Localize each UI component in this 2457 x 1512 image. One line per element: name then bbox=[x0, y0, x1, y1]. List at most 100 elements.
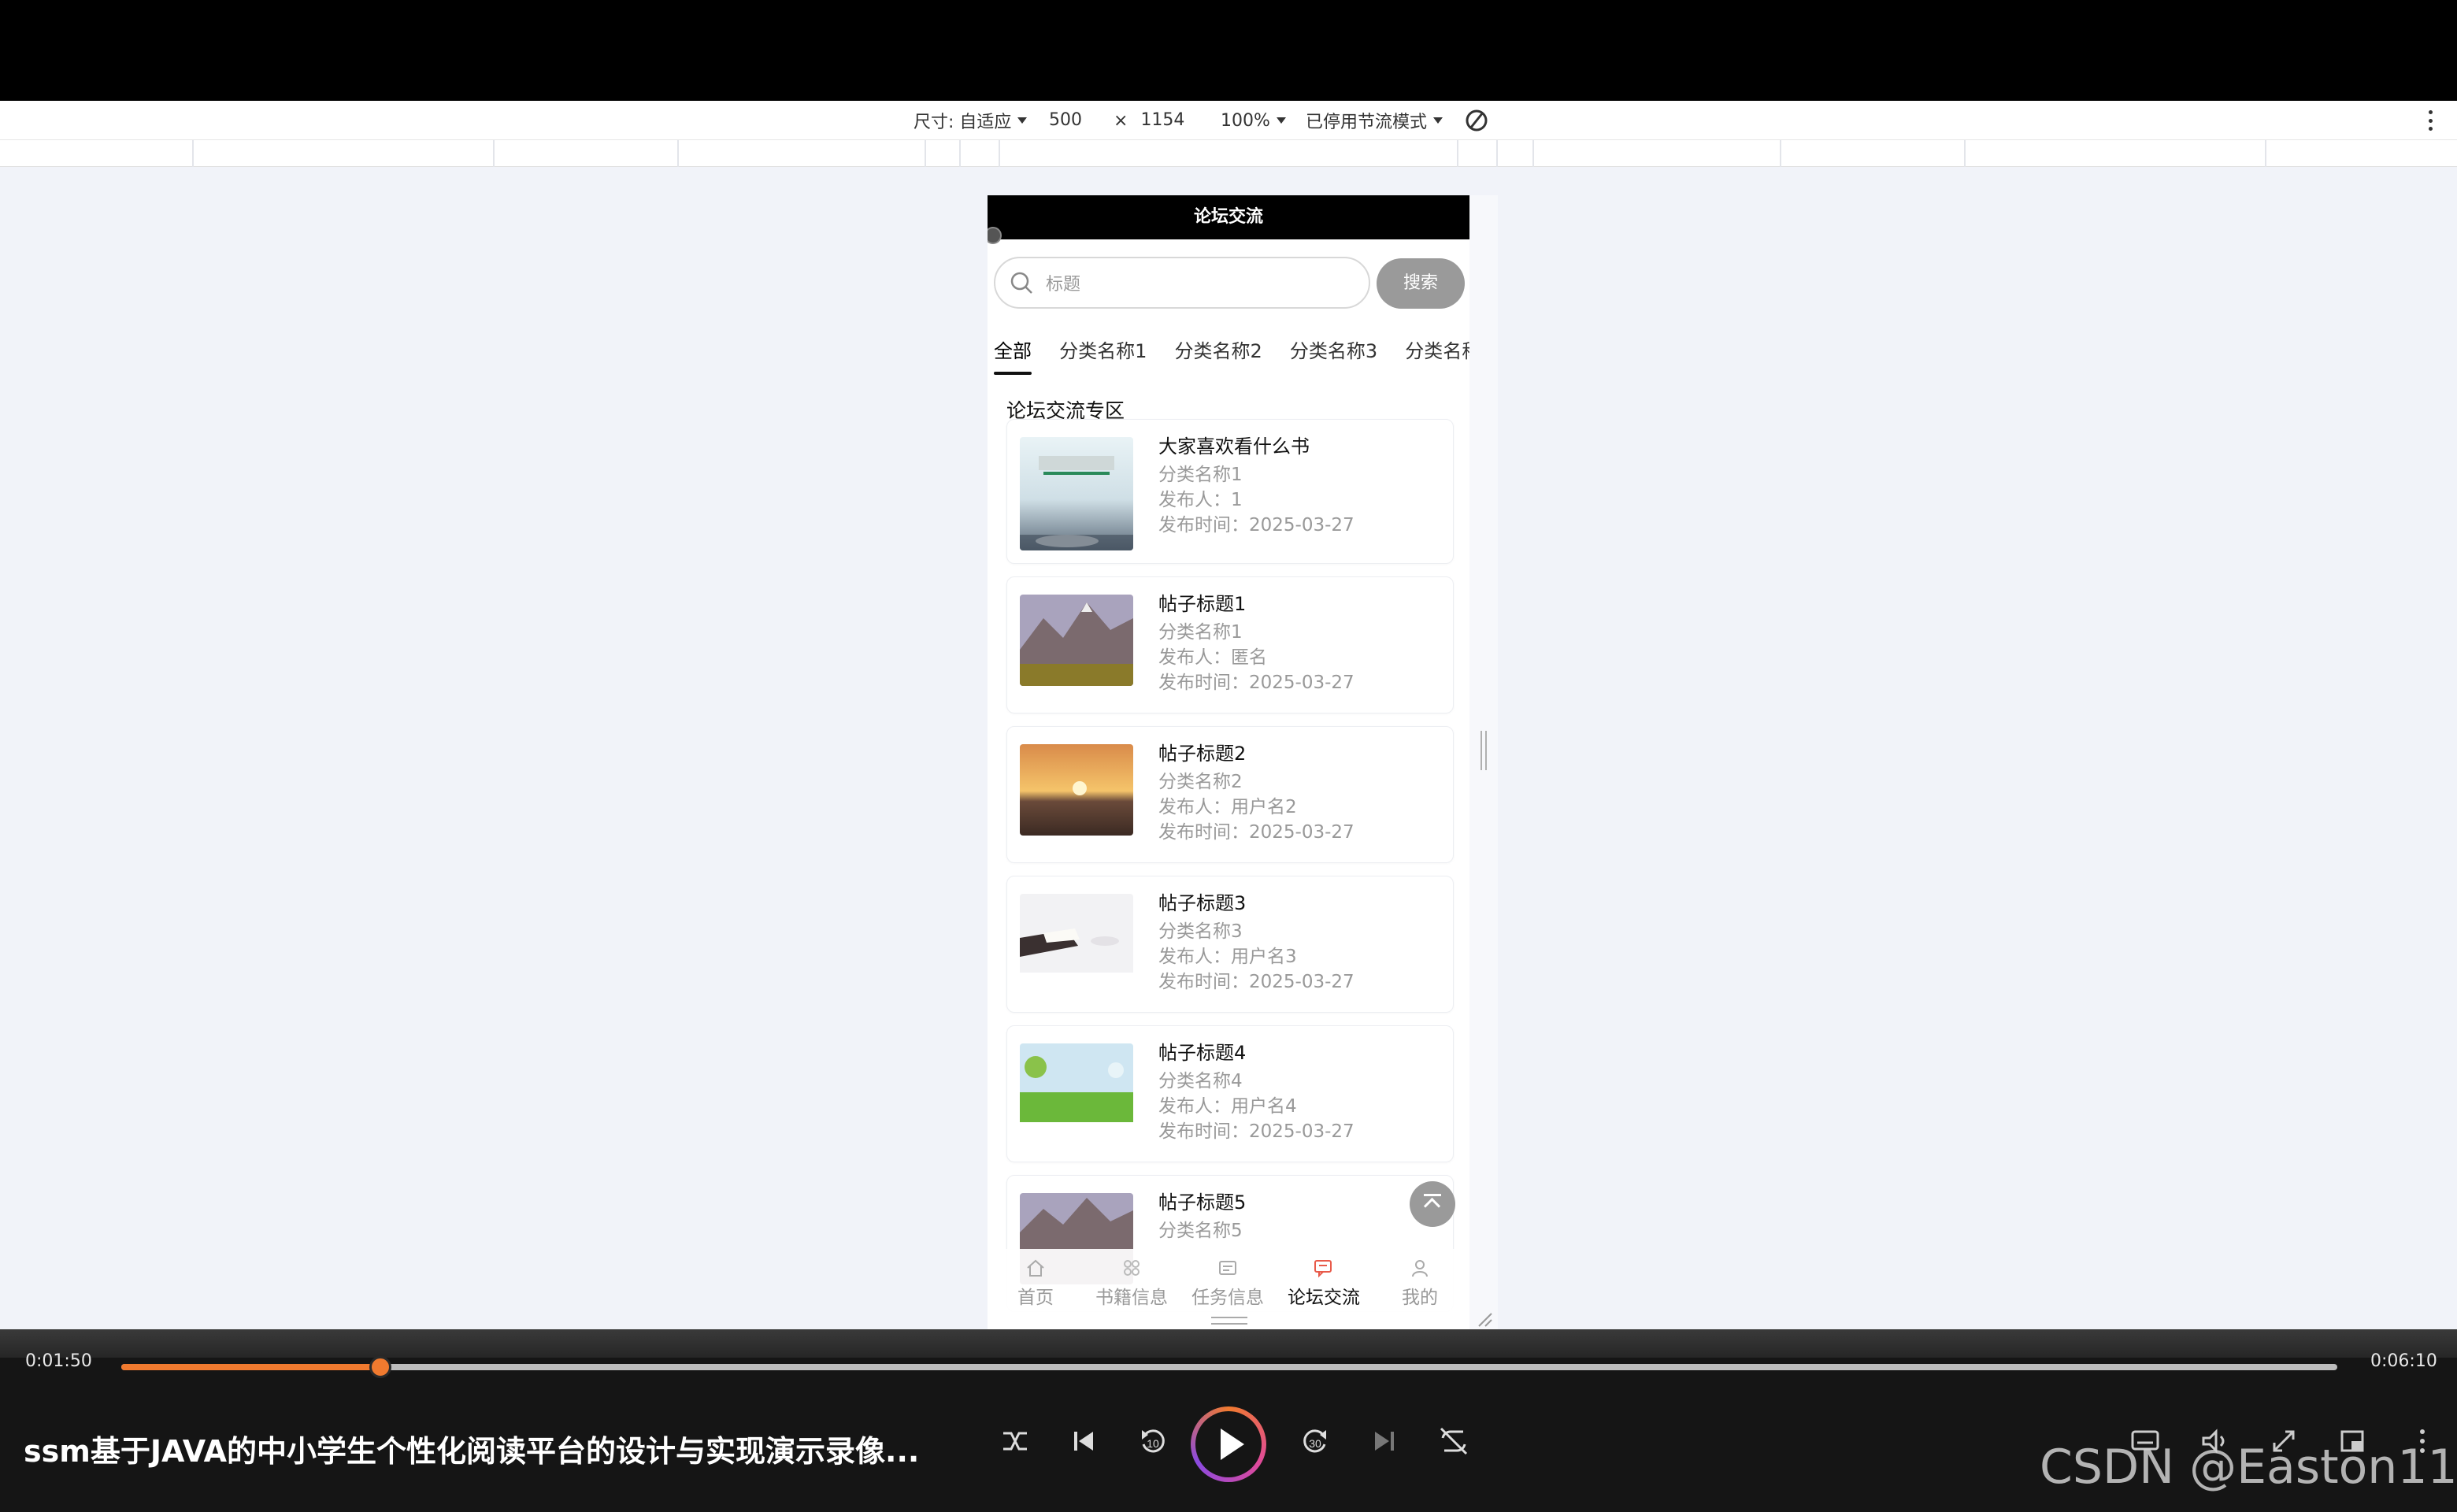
post-author: 发布人：用户名4 bbox=[1158, 1096, 1297, 1117]
width-input[interactable]: 500 bbox=[1043, 107, 1106, 134]
post-time: 发布时间：2025-03-27 bbox=[1158, 515, 1354, 536]
chevron-down-icon bbox=[1017, 117, 1028, 124]
back-to-top-button[interactable] bbox=[1410, 1181, 1455, 1227]
post-thumbnail bbox=[1020, 894, 1133, 985]
open-book-coffee-icon bbox=[1020, 894, 1133, 973]
post-time: 发布时间：2025-03-27 bbox=[1158, 822, 1354, 843]
post-card[interactable]: 帖子标题1 分类名称1 发布人：匿名 发布时间：2025-03-27 bbox=[1006, 576, 1454, 713]
more-options-icon[interactable] bbox=[2429, 110, 2433, 131]
search-button[interactable]: 搜索 bbox=[1377, 258, 1465, 309]
device-frame: 论坛交流 标题 搜索 全部 分类名称1 分类名称2 分类名称3 分类名称 bbox=[988, 195, 1498, 1329]
post-author: 发布人：匿名 bbox=[1158, 647, 1267, 668]
page-title: 论坛交流 bbox=[988, 195, 1469, 239]
tab-category-1[interactable]: 分类名称1 bbox=[1059, 328, 1147, 375]
mountain-landscape-icon bbox=[1020, 595, 1133, 686]
post-author: 发布人：用户名2 bbox=[1158, 797, 1297, 817]
tab-all[interactable]: 全部 bbox=[994, 328, 1032, 375]
chevron-down-icon bbox=[1276, 117, 1286, 124]
shuffle-icon[interactable] bbox=[991, 1418, 1038, 1465]
post-list: 大家喜欢看什么书 分类名称1 发布人：1 发布时间：2025-03-27 帖子标… bbox=[1006, 419, 1454, 1325]
tab-category-4[interactable]: 分类名称 bbox=[1405, 328, 1469, 375]
tabbar-item-mine[interactable]: 我的 bbox=[1372, 1249, 1468, 1329]
post-time: 发布时间：2025-03-27 bbox=[1158, 1121, 1354, 1142]
zoom-label: 100% bbox=[1221, 110, 1270, 131]
tabbar-item-books[interactable]: 书籍信息 bbox=[1084, 1249, 1180, 1329]
app-page: 论坛交流 标题 搜索 全部 分类名称1 分类名称2 分类名称3 分类名称 bbox=[988, 195, 1469, 1329]
bottom-resize-grip[interactable] bbox=[1211, 1317, 1247, 1325]
video-title: ssm基于JAVA的中小学生个性化阅读平台的设计与实现演示录像... bbox=[24, 1434, 920, 1469]
post-card[interactable]: 大家喜欢看什么书 分类名称1 发布人：1 发布时间：2025-03-27 bbox=[1006, 419, 1454, 564]
post-time: 发布时间：2025-03-27 bbox=[1158, 972, 1354, 992]
home-icon bbox=[1027, 1259, 1044, 1277]
forward-30-icon[interactable]: 30 bbox=[1292, 1418, 1339, 1465]
post-category: 分类名称5 bbox=[1158, 1221, 1243, 1241]
rotate-icon bbox=[1466, 109, 1488, 132]
svg-text:10: 10 bbox=[1147, 1437, 1159, 1450]
right-resize-handle[interactable] bbox=[1480, 731, 1487, 770]
tab-category-2[interactable]: 分类名称2 bbox=[1174, 328, 1262, 375]
rotate-button[interactable] bbox=[1463, 101, 1490, 140]
post-time: 发布时间：2025-03-27 bbox=[1158, 673, 1354, 693]
corner-resize-icon[interactable] bbox=[1476, 1310, 1493, 1328]
throttle-label: 已停用节流模式 bbox=[1306, 113, 1428, 132]
height-input[interactable]: 1154 bbox=[1134, 107, 1198, 134]
total-time: 0:06:10 bbox=[2370, 1351, 2437, 1371]
svg-text:30: 30 bbox=[1309, 1437, 1321, 1450]
play-button[interactable] bbox=[1191, 1406, 1266, 1482]
repeat-off-icon[interactable] bbox=[1430, 1418, 1477, 1465]
play-icon bbox=[1195, 1411, 1262, 1477]
post-title: 帖子标题5 bbox=[1158, 1191, 1247, 1214]
progress-knob[interactable] bbox=[369, 1356, 391, 1378]
search-input[interactable]: 标题 bbox=[994, 257, 1370, 309]
tabbar-label: 任务信息 bbox=[1191, 1288, 1264, 1308]
player-progress-strip bbox=[0, 1329, 2457, 1358]
screen: 尺寸: 自适应 500 × 1154 100% 已停用节流模式 论坛交流 标题 … bbox=[0, 0, 2457, 1512]
next-icon[interactable] bbox=[1361, 1418, 1408, 1465]
post-thumbnail bbox=[1020, 1043, 1133, 1135]
post-thumbnail bbox=[1020, 744, 1133, 836]
top-black-bar bbox=[0, 0, 2457, 101]
post-title: 大家喜欢看什么书 bbox=[1158, 435, 1310, 458]
size-label: 尺寸: 自适应 bbox=[914, 113, 1012, 132]
post-card[interactable]: 帖子标题2 分类名称2 发布人：用户名2 发布时间：2025-03-27 bbox=[1006, 726, 1454, 863]
throttle-dropdown[interactable]: 已停用节流模式 bbox=[1306, 101, 1443, 140]
rewind-10-icon[interactable]: 10 bbox=[1129, 1418, 1177, 1465]
category-tabs: 全部 分类名称1 分类名称2 分类名称3 分类名称 bbox=[994, 328, 1469, 378]
post-category: 分类名称2 bbox=[1158, 772, 1243, 792]
tabbar-item-home[interactable]: 首页 bbox=[988, 1249, 1084, 1329]
green-field-icon bbox=[1020, 1043, 1133, 1122]
tabbar-label: 论坛交流 bbox=[1288, 1288, 1360, 1308]
post-title: 帖子标题2 bbox=[1158, 743, 1247, 765]
post-card[interactable]: 帖子标题4 分类名称4 发布人：用户名4 发布时间：2025-03-27 bbox=[1006, 1025, 1454, 1162]
post-category: 分类名称1 bbox=[1158, 622, 1243, 643]
tabbar-label: 我的 bbox=[1402, 1288, 1438, 1308]
post-card[interactable]: 帖子标题3 分类名称3 发布人：用户名3 发布时间：2025-03-27 bbox=[1006, 876, 1454, 1013]
tabbar-label: 首页 bbox=[1017, 1288, 1054, 1308]
zoom-dropdown[interactable]: 100% bbox=[1221, 101, 1286, 140]
post-thumbnail bbox=[1020, 595, 1133, 686]
tab-category-3[interactable]: 分类名称3 bbox=[1290, 328, 1377, 375]
chevron-down-icon bbox=[1433, 117, 1443, 124]
previous-icon[interactable] bbox=[1060, 1418, 1107, 1465]
size-dropdown[interactable]: 尺寸: 自适应 bbox=[914, 101, 1028, 140]
media-query-ruler bbox=[0, 140, 2457, 167]
post-category: 分类名称4 bbox=[1158, 1071, 1243, 1091]
csdn-watermark: CSDN @Easton111 bbox=[2040, 1440, 2457, 1495]
progress-bar[interactable] bbox=[121, 1356, 2337, 1378]
books-icon bbox=[1124, 1260, 1140, 1276]
forum-icon bbox=[1314, 1260, 1332, 1278]
user-icon bbox=[1412, 1260, 1428, 1277]
tabbar-label: 书籍信息 bbox=[1095, 1288, 1168, 1308]
post-thumbnail bbox=[1020, 437, 1133, 550]
post-category: 分类名称1 bbox=[1158, 465, 1243, 485]
search-placeholder: 标题 bbox=[1046, 275, 1081, 295]
post-category: 分类名称3 bbox=[1158, 921, 1243, 942]
post-author: 发布人：1 bbox=[1158, 490, 1243, 510]
search-icon bbox=[1008, 269, 1035, 296]
devtools-device-toolbar: 尺寸: 自适应 500 × 1154 100% 已停用节流模式 bbox=[0, 101, 2457, 140]
task-icon bbox=[1219, 1261, 1236, 1275]
bottom-tabbar: 首页 书籍信息 任务信息 论坛交流 我的 bbox=[988, 1249, 1469, 1329]
video-player-controls: 0:01:50 0:06:10 ssm基于JAVA的中小学生个性化阅读平台的设计… bbox=[0, 1329, 2457, 1512]
tabbar-item-forum[interactable]: 论坛交流 bbox=[1276, 1249, 1372, 1329]
times-label: × bbox=[1114, 110, 1128, 131]
